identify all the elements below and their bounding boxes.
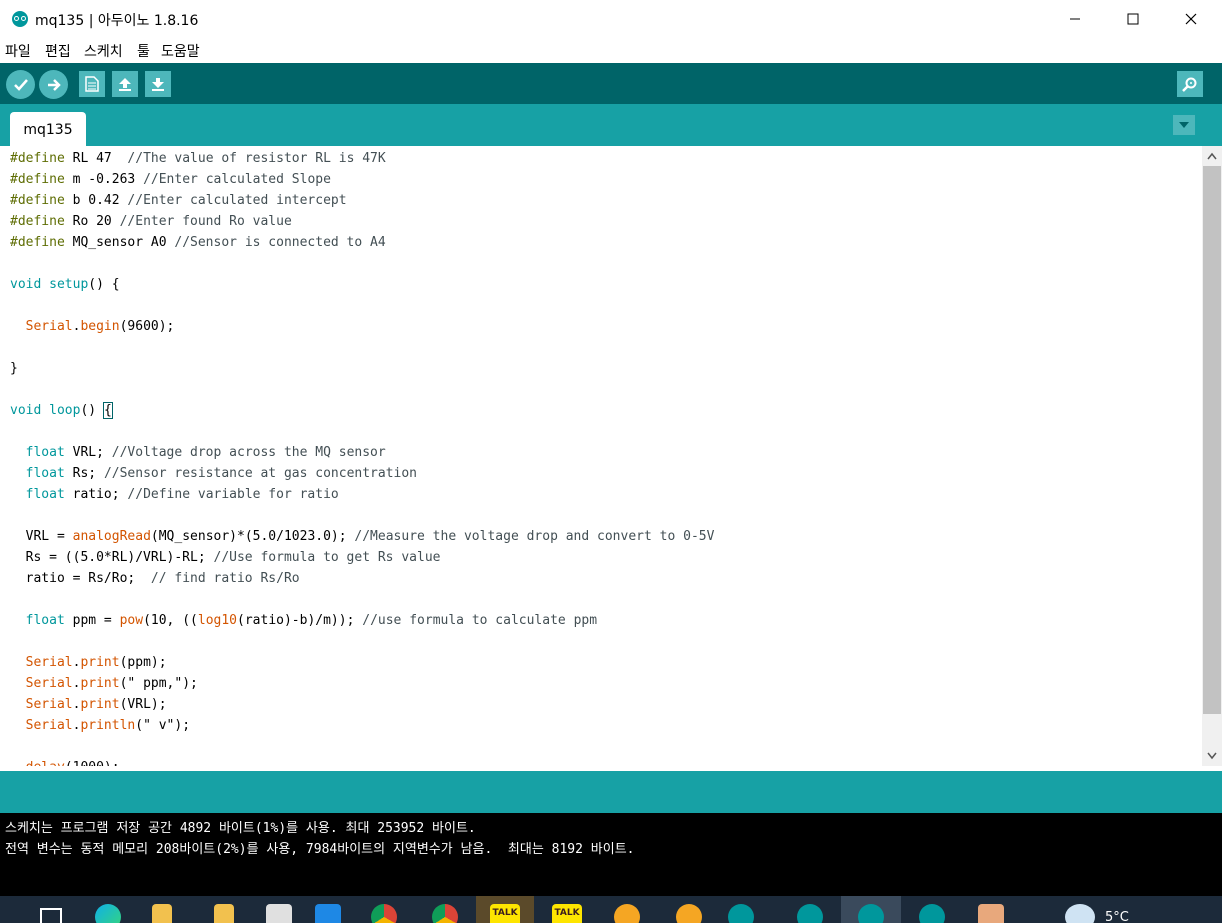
window-title: mq135 | 아두이노 1.8.16: [35, 13, 199, 29]
arrow-up-icon: [119, 78, 131, 91]
code-line: float Rs; //Sensor resistance at gas con…: [25, 466, 418, 481]
arduino-taskbar-icon[interactable]: [797, 904, 823, 923]
kakaotalk-icon[interactable]: TALK: [490, 904, 520, 923]
code-line: #define MQ_sensor A0 //Sensor is connect…: [10, 235, 386, 250]
code-line: Serial.print(VRL);: [25, 697, 167, 712]
weather-temperature: 5°C: [1105, 910, 1129, 923]
new-sketch-button[interactable]: [79, 71, 105, 97]
upload-button[interactable]: [39, 70, 68, 99]
console-line: 전역 변수는 동적 메모리 208바이트(2%)를 사용, 7984바이트의 지…: [5, 842, 635, 857]
taskbar: TALK TALK 5°C: [0, 896, 1222, 923]
toolbar: [0, 63, 1222, 104]
code-line: float VRL; //Voltage drop across the MQ …: [25, 445, 386, 460]
close-button[interactable]: [1162, 0, 1220, 38]
arduino-taskbar-icon[interactable]: [858, 904, 884, 923]
scroll-down-button[interactable]: [1202, 746, 1222, 766]
new-file-icon: [85, 76, 99, 92]
code-line: #define Ro 20 //Enter found Ro value: [10, 214, 292, 229]
menu-edit[interactable]: 편집: [45, 41, 71, 61]
console-line: 스케치는 프로그램 저장 공간 4892 바이트(1%)를 사용. 최대 253…: [5, 821, 476, 836]
chevron-up-icon: [1207, 152, 1217, 160]
code-line: Serial.println(" v");: [25, 718, 191, 733]
output-console: 스케치는 프로그램 저장 공간 4892 바이트(1%)를 사용. 최대 253…: [0, 813, 1222, 896]
task-view-icon[interactable]: [40, 908, 62, 923]
menu-tools[interactable]: 툴: [137, 41, 150, 61]
edge-icon[interactable]: [95, 904, 121, 923]
owl-app-icon[interactable]: [676, 904, 702, 923]
verify-button[interactable]: [6, 70, 35, 99]
code-line: #define m -0.263 //Enter calculated Slop…: [10, 172, 331, 187]
file-explorer-icon[interactable]: [214, 904, 234, 923]
code-line: #define RL 47 //The value of resistor RL…: [10, 151, 386, 166]
magnifier-icon: [1182, 77, 1197, 92]
mail-icon[interactable]: [315, 904, 341, 923]
code-line: float ratio; //Define variable for ratio: [25, 487, 339, 502]
serial-monitor-button[interactable]: [1177, 71, 1203, 97]
tab-mq135[interactable]: mq135: [10, 112, 86, 146]
code-line: }: [10, 361, 18, 376]
code-line: #define b 0.42 //Enter calculated interc…: [10, 193, 347, 208]
code-line: Rs = ((5.0*RL)/VRL)-RL; //Use formula to…: [10, 550, 441, 565]
arduino-app-icon: [12, 11, 28, 27]
menu-bar: 파일 편집 스케치 툴 도움말: [0, 38, 1222, 62]
scroll-up-button[interactable]: [1202, 146, 1222, 166]
code-line: Serial.print(" ppm,");: [25, 676, 198, 691]
close-icon: [1185, 13, 1197, 25]
code-line: ratio = Rs/Ro; // find ratio Rs/Ro: [10, 571, 300, 586]
code-line: void setup() {: [10, 277, 120, 292]
kakaotalk-icon[interactable]: TALK: [552, 904, 582, 923]
tab-bar: mq135: [0, 104, 1222, 146]
tab-menu-button[interactable]: [1173, 115, 1195, 135]
code-editor[interactable]: #define RL 47 //The value of resistor RL…: [0, 146, 1202, 766]
owl-app-icon[interactable]: [614, 904, 640, 923]
code-line: float ppm = pow(10, ((log10(ratio)-b)/m)…: [25, 613, 598, 628]
store-icon[interactable]: [266, 904, 292, 923]
open-button[interactable]: [112, 71, 138, 97]
code-line: VRL = analogRead(MQ_sensor)*(5.0/1023.0)…: [10, 529, 715, 544]
code-line: delay(1000);: [10, 757, 120, 766]
minimize-button[interactable]: [1046, 0, 1104, 38]
scrollbar-thumb[interactable]: [1203, 166, 1221, 714]
code-line: void loop() {: [10, 402, 113, 419]
maximize-button[interactable]: [1104, 0, 1162, 38]
checkmark-icon: [13, 78, 28, 91]
code-line: Serial.begin(9600);: [25, 319, 175, 334]
arrow-right-icon: [47, 78, 61, 91]
save-button[interactable]: [145, 71, 171, 97]
arduino-taskbar-icon[interactable]: [728, 904, 754, 923]
arduino-taskbar-icon[interactable]: [919, 904, 945, 923]
menu-help[interactable]: 도움말: [161, 41, 200, 61]
chevron-down-icon: [1179, 122, 1189, 128]
chrome-icon[interactable]: [432, 904, 458, 923]
chrome-icon[interactable]: [371, 904, 397, 923]
title-bar: mq135 | 아두이노 1.8.16: [0, 0, 1222, 38]
minimize-icon: [1070, 18, 1080, 20]
arrow-down-icon: [152, 78, 164, 91]
paint-icon[interactable]: [978, 904, 1004, 923]
file-explorer-icon[interactable]: [152, 904, 172, 923]
menu-file[interactable]: 파일: [5, 41, 31, 61]
chevron-down-icon: [1207, 752, 1217, 760]
code-line: Serial.print(ppm);: [25, 655, 167, 670]
status-bar: [0, 771, 1222, 813]
menu-sketch[interactable]: 스케치: [84, 41, 123, 61]
weather-icon[interactable]: [1065, 904, 1095, 923]
maximize-icon: [1127, 13, 1139, 25]
